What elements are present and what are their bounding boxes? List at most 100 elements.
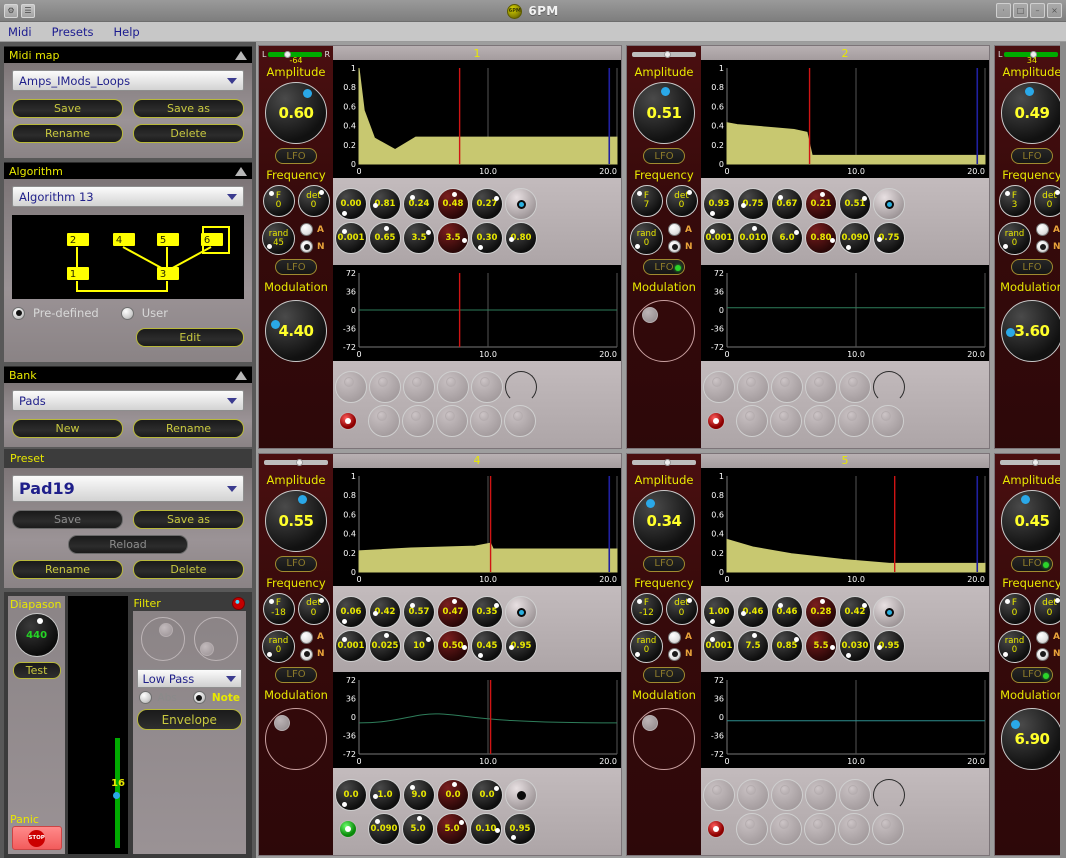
an-radio-a[interactable]: A	[300, 223, 325, 236]
env-knob-r2-6[interactable]: 0.95	[505, 629, 537, 662]
mod-knob-r2-1[interactable]: 0.090	[368, 812, 400, 845]
operator-2-pan-slider[interactable]	[630, 48, 698, 61]
collapse-triangle-icon[interactable]	[235, 50, 247, 60]
window-maximize-button[interactable]: □	[1013, 3, 1028, 18]
random-knob[interactable]: rand 0	[630, 629, 663, 663]
window-menu-icon[interactable]: ⚙	[4, 3, 18, 18]
mod-pan-indicator[interactable]	[505, 778, 537, 811]
env-knob-r1-1[interactable]: 0.06	[335, 595, 367, 628]
env-knob-r2-4[interactable]: 5.5	[805, 629, 837, 662]
window-close-button[interactable]: ×	[1047, 3, 1062, 18]
menu-presets[interactable]: Presets	[52, 25, 94, 39]
diapason-knob[interactable]: 440	[14, 613, 59, 657]
modulation-envelope-graph[interactable]: 72 36 0 -36 -72 0 10.0 20.0	[701, 672, 989, 769]
mod-knob-r2-3[interactable]: 5.0	[436, 812, 468, 845]
pan-handle[interactable]	[664, 458, 671, 466]
mod-knob-r2-2[interactable]	[402, 405, 434, 438]
window-minimize-button[interactable]: –	[1030, 3, 1045, 18]
env-knob-r1-3[interactable]: 0.46	[771, 595, 803, 628]
radio-n[interactable]	[300, 240, 313, 253]
env-knob-r2-3[interactable]: 3.5	[403, 222, 435, 255]
pan-handle[interactable]	[664, 51, 671, 58]
amplitude-lfo-button[interactable]: LFO	[275, 555, 317, 572]
vertical-scrollbar[interactable]	[1060, 42, 1066, 858]
midi-map-delete-button[interactable]: Delete	[133, 124, 244, 143]
env-knob-r2-2[interactable]: 7.5	[737, 629, 769, 662]
env-knob-r1-3[interactable]: 0.57	[403, 595, 435, 628]
mod-knob-r2-5[interactable]	[872, 812, 904, 845]
an-radio-a[interactable]: A	[668, 223, 693, 236]
menu-help[interactable]: Help	[113, 25, 139, 39]
radio-a[interactable]	[1036, 630, 1049, 644]
env-knob-r2-6[interactable]: 0.80	[505, 222, 537, 255]
midi-map-saveas-button[interactable]: Save as	[133, 99, 244, 118]
env-knob-r2-5[interactable]: 0.45	[471, 629, 503, 662]
mod-knob-r1-1[interactable]	[703, 371, 735, 404]
mod-knob-r1-1[interactable]	[335, 371, 367, 404]
radio-a[interactable]	[1036, 223, 1049, 236]
modulation-knob[interactable]: 6.90	[1001, 707, 1063, 770]
random-knob[interactable]: rand 0	[998, 222, 1031, 255]
modulation-lfo-button[interactable]: LFO	[643, 259, 685, 275]
env-knob-r2-3[interactable]: 0.85	[771, 629, 803, 662]
env-knob-r2-5[interactable]: 0.090	[839, 222, 871, 255]
mod-knob-r1-5[interactable]: 0.0	[471, 778, 503, 811]
mod-knob-r2-3[interactable]	[436, 405, 468, 438]
amplitude-lfo-button[interactable]: LFO	[643, 555, 685, 572]
frequency-coarse-knob[interactable]: F -12	[630, 592, 663, 625]
env-knob-r1-3[interactable]: 0.67	[771, 188, 803, 221]
mod-knob-r2-4[interactable]	[838, 405, 870, 438]
modulation-envelope-graph[interactable]: 72 36 0 -36 -72 0 10.0 20.0	[333, 264, 621, 361]
preset-rename-button[interactable]: Rename	[12, 560, 123, 579]
random-knob[interactable]: rand 0	[262, 629, 295, 663]
mod-knob-r1-3[interactable]	[771, 371, 803, 404]
env-knob-r2-3[interactable]: 10	[403, 629, 435, 662]
env-knob-r2-3[interactable]: 6.0	[771, 222, 803, 255]
frequency-coarse-knob[interactable]: F 0	[262, 185, 295, 217]
amplitude-envelope-graph[interactable]: 1 0.8 0.6 0.4 0.2 0 0 10.0 20.0	[333, 60, 621, 178]
frequency-coarse-knob[interactable]: F 7	[630, 185, 663, 217]
radio-n[interactable]	[1036, 647, 1049, 661]
amplitude-knob[interactable]: 0.60	[265, 82, 327, 144]
env-knob-r2-6[interactable]: 0.75	[873, 222, 905, 255]
env-knob-r2-1[interactable]: 0.001	[703, 222, 735, 255]
collapse-triangle-icon[interactable]	[235, 166, 247, 176]
panic-stop-button[interactable]: STOP	[11, 826, 62, 850]
an-radio-n[interactable]: N	[668, 647, 693, 661]
radio-a[interactable]	[668, 223, 681, 236]
env-knob-r1-5[interactable]: 0.35	[471, 595, 503, 628]
modulation-knob[interactable]: 4.40	[265, 300, 327, 362]
env-knob-r1-4[interactable]: 0.28	[805, 595, 837, 628]
mod-knob-r2-1[interactable]	[368, 405, 400, 438]
radio-predefined[interactable]	[12, 306, 25, 320]
env-pan-indicator[interactable]	[873, 188, 905, 221]
filter-envelope-button[interactable]: Envelope	[136, 709, 242, 730]
an-radio-n[interactable]: N	[300, 240, 325, 253]
midi-map-header[interactable]: Midi map	[4, 46, 252, 63]
algorithm-header[interactable]: Algorithm	[4, 162, 252, 179]
mod-knob-r1-6[interactable]	[873, 778, 905, 811]
amplitude-knob[interactable]: 0.45	[1001, 489, 1063, 552]
mod-knob-r1-2[interactable]	[737, 371, 769, 404]
env-knob-r2-4[interactable]: 3.5	[437, 222, 469, 255]
modulation-lfo-button[interactable]: LFO	[1011, 666, 1053, 683]
env-pan-indicator[interactable]	[873, 595, 905, 628]
mod-knob-r2-2[interactable]	[770, 812, 802, 845]
an-radio-n[interactable]: N	[1036, 647, 1061, 661]
an-radio-n[interactable]: N	[300, 647, 325, 661]
env-knob-r1-5[interactable]: 0.27	[471, 188, 503, 221]
mod-knob-r2-5[interactable]: 0.95	[504, 812, 536, 845]
modulation-envelope-graph[interactable]: 72 36 0 -36 -72 0 10.0 20.0	[701, 264, 989, 361]
radio-n[interactable]	[668, 647, 681, 661]
radio-a[interactable]	[668, 630, 681, 644]
operator-4-pan-slider[interactable]	[262, 456, 330, 469]
menu-midi[interactable]: Midi	[8, 25, 32, 39]
an-radio-a[interactable]: A	[668, 630, 693, 644]
mod-enable-led[interactable]	[339, 412, 357, 431]
preset-saveas-button[interactable]: Save as	[133, 510, 244, 529]
frequency-detune-knob[interactable]: det 0	[665, 185, 698, 217]
mod-knob-r2-3[interactable]	[804, 812, 836, 845]
midi-map-select[interactable]: Amps_IMods_Loops	[12, 70, 244, 91]
env-knob-r2-1[interactable]: 0.001	[703, 629, 735, 662]
mod-knob-r2-2[interactable]	[770, 405, 802, 438]
